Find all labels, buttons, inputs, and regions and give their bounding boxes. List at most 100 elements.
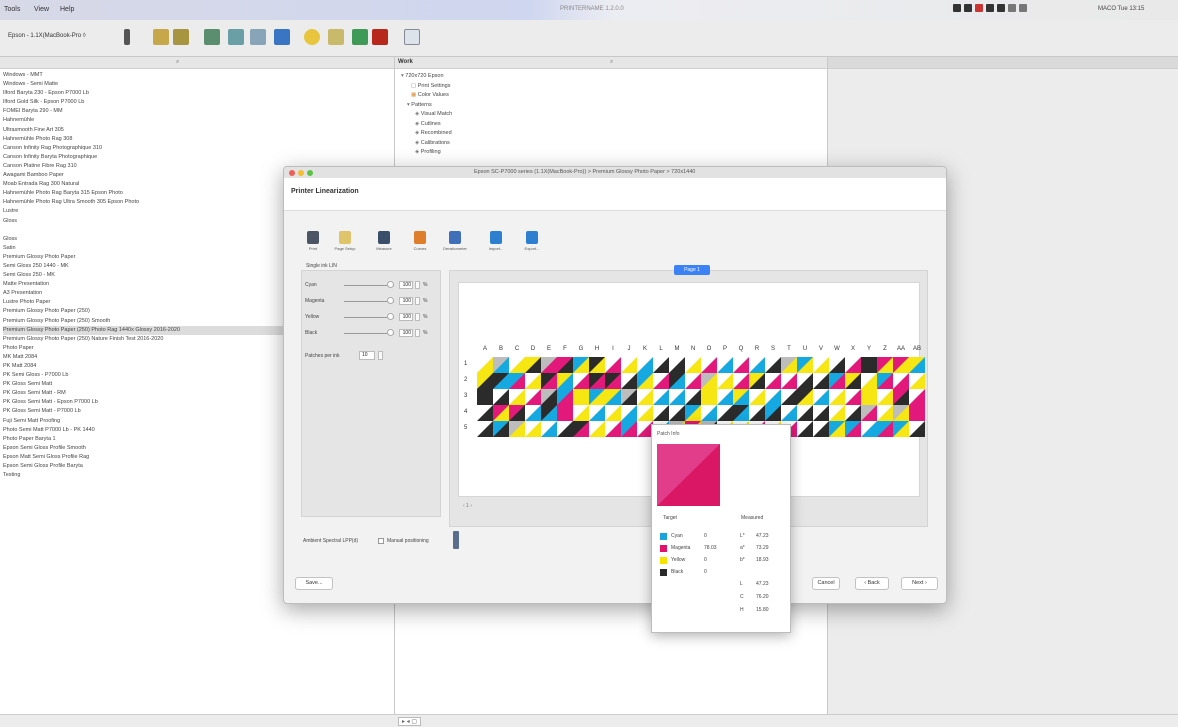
patch-cell[interactable] <box>493 421 509 437</box>
channel-stepper[interactable] <box>415 281 420 289</box>
channel-stepper[interactable] <box>415 297 420 305</box>
patch-cell[interactable] <box>893 405 909 421</box>
tree-item[interactable]: ◈ Visual Match <box>401 110 452 120</box>
patch-cell[interactable] <box>813 421 829 437</box>
status-icon[interactable] <box>986 4 994 12</box>
slider-knob[interactable] <box>387 281 394 288</box>
back-button[interactable]: ‹ Back <box>855 577 889 590</box>
list-item[interactable]: Hahnemühle Photo Rag 308 <box>3 135 391 144</box>
tree-item[interactable]: ▾ Patterns <box>401 101 452 111</box>
list-item[interactable]: Canson Infinity Rag Photographique 310 <box>3 144 391 153</box>
patch-cell[interactable] <box>621 357 637 373</box>
patches-input[interactable]: 10 <box>359 351 375 360</box>
patch-cell[interactable] <box>829 373 845 389</box>
cancel-button[interactable]: Cancel <box>812 577 840 590</box>
wifi-icon[interactable] <box>1008 4 1016 12</box>
patch-cell[interactable] <box>781 405 797 421</box>
channel-stepper[interactable] <box>415 313 420 321</box>
award-icon[interactable] <box>372 29 388 45</box>
patch-cell[interactable] <box>845 405 861 421</box>
patches-stepper[interactable] <box>378 351 383 360</box>
patch-cell[interactable] <box>573 405 589 421</box>
menu-item-view[interactable]: View <box>34 6 49 13</box>
page-tab[interactable]: Page 1 <box>674 265 710 275</box>
patch-cell[interactable] <box>637 373 653 389</box>
minimize-icon[interactable] <box>298 170 304 176</box>
patch-cell[interactable] <box>797 405 813 421</box>
patch-cell[interactable] <box>717 389 733 405</box>
patch-cell[interactable] <box>893 357 909 373</box>
patch-cell[interactable] <box>877 421 893 437</box>
patch-cell[interactable] <box>733 389 749 405</box>
patch-cell[interactable] <box>685 373 701 389</box>
list-item[interactable]: Ultrasmooth Fine Art 305 <box>3 126 391 135</box>
channel-value-input[interactable]: 100 <box>399 281 413 289</box>
patch-cell[interactable] <box>493 405 509 421</box>
patch-cell[interactable] <box>845 357 861 373</box>
curves-tool[interactable]: Curves <box>403 231 437 251</box>
menu-item-help[interactable]: Help <box>60 6 74 13</box>
patch-cell[interactable] <box>813 389 829 405</box>
patch-cell[interactable] <box>509 373 525 389</box>
patch-cell[interactable] <box>685 357 701 373</box>
patch-cell[interactable] <box>573 421 589 437</box>
patch-cell[interactable] <box>749 405 765 421</box>
printer-select[interactable]: Epson - 1.1X(MacBook-Pro ◊ <box>8 33 86 39</box>
patch-cell[interactable] <box>589 373 605 389</box>
patch-cell[interactable] <box>525 357 541 373</box>
channel-stepper[interactable] <box>415 329 420 337</box>
patch-cell[interactable] <box>493 357 509 373</box>
patch-cell[interactable] <box>637 389 653 405</box>
tree-item[interactable]: ◈ Calibrations <box>401 139 452 149</box>
patch-cell[interactable] <box>557 405 573 421</box>
patch-cell[interactable] <box>653 389 669 405</box>
patch-cell[interactable] <box>541 389 557 405</box>
patch-cell[interactable] <box>829 389 845 405</box>
patch-cell[interactable] <box>573 389 589 405</box>
patch-cell[interactable] <box>685 389 701 405</box>
window-icon[interactable] <box>404 29 420 45</box>
patch-cell[interactable] <box>861 405 877 421</box>
channel-value-input[interactable]: 100 <box>399 297 413 305</box>
patch-cell[interactable] <box>541 373 557 389</box>
patch-cell[interactable] <box>637 405 653 421</box>
patch-cell[interactable] <box>781 389 797 405</box>
patch-cell[interactable] <box>653 405 669 421</box>
patch-cell[interactable] <box>477 373 493 389</box>
patch-cell[interactable] <box>477 389 493 405</box>
densitometer-tool[interactable]: Densitometer <box>438 231 472 251</box>
patch-cell[interactable] <box>541 357 557 373</box>
patch-cell[interactable] <box>909 405 925 421</box>
tree-item[interactable]: ▢ Print Settings <box>401 82 452 92</box>
patch-cell[interactable] <box>669 405 685 421</box>
wand-plus-icon[interactable] <box>250 29 266 45</box>
patch-cell[interactable] <box>589 389 605 405</box>
patch-cell[interactable] <box>733 357 749 373</box>
patch-cell[interactable] <box>477 357 493 373</box>
patch-cell[interactable] <box>781 357 797 373</box>
patch-cell[interactable] <box>701 357 717 373</box>
status-icon[interactable] <box>997 4 1005 12</box>
patch-cell[interactable] <box>797 373 813 389</box>
patch-cell[interactable] <box>877 357 893 373</box>
save-button[interactable]: Save... <box>295 577 333 590</box>
folder-icon[interactable] <box>153 29 169 45</box>
patch-cell[interactable] <box>877 389 893 405</box>
export-tool[interactable]: Export... <box>515 231 549 251</box>
patch-cell[interactable] <box>749 357 765 373</box>
page-setup-tool[interactable]: Page Setup <box>328 231 362 251</box>
tree-item[interactable]: ◈ Cutlines <box>401 120 452 130</box>
patch-cell[interactable] <box>893 389 909 405</box>
measure-tool[interactable]: Measure <box>367 231 401 251</box>
tree-item[interactable]: ◈ Profiling <box>401 148 452 158</box>
zoom-icon[interactable] <box>307 170 313 176</box>
folder-open-icon[interactable] <box>173 29 189 45</box>
patch-cell[interactable] <box>621 373 637 389</box>
status-icon[interactable] <box>975 4 983 12</box>
patch-cell[interactable] <box>749 389 765 405</box>
list-item[interactable]: Canson Infinity Baryta Photographique <box>3 153 391 162</box>
tree-item[interactable]: ▾ 720x720 Epson <box>401 72 452 82</box>
patch-cell[interactable] <box>893 421 909 437</box>
middle-search-bar[interactable]: Work ⌕ <box>395 57 827 69</box>
patch-cell[interactable] <box>765 405 781 421</box>
